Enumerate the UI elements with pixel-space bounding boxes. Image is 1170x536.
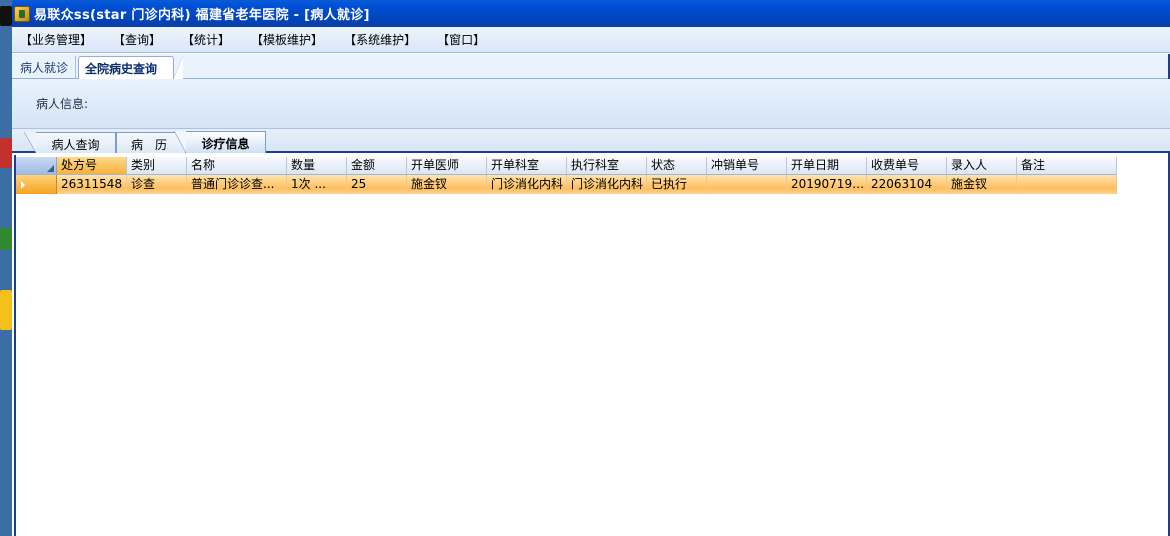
row-pointer-icon (21, 181, 25, 189)
document-tabs: 病人就诊 全院病史查询 (12, 54, 1170, 80)
cell-reversal-no[interactable] (707, 175, 787, 194)
desktop-icon (0, 6, 12, 26)
column-header[interactable]: 执行科室 (567, 157, 647, 175)
cell-dept[interactable]: 门诊消化内科 (487, 175, 567, 194)
column-header[interactable]: 金额 (347, 157, 407, 175)
column-header[interactable]: 开单日期 (787, 157, 867, 175)
detail-tabs: 病人查询 病历 诊疗信息 (12, 129, 1170, 153)
column-header[interactable]: 处方号 (57, 157, 127, 175)
desktop-icon (0, 138, 12, 168)
column-header[interactable]: 名称 (187, 157, 287, 175)
treatment-grid: 处方号 类别 名称 数量 金额 开单医师 开单科室 执行科室 状态 冲销单号 开… (16, 157, 1117, 194)
column-header[interactable]: 开单医师 (407, 157, 487, 175)
menu-bar: 【业务管理】 【查询】 【统计】 【模板维护】 【系统维护】 【窗口】 (12, 27, 1170, 53)
column-header[interactable]: 冲销单号 (707, 157, 787, 175)
menu-business[interactable]: 【业务管理】 (20, 31, 92, 48)
menu-query[interactable]: 【查询】 (113, 31, 161, 48)
menu-statistics[interactable]: 【统计】 (182, 31, 230, 48)
cell-name[interactable]: 普通门诊诊查... (187, 175, 287, 194)
tab-patient-visit[interactable]: 病人就诊 (14, 56, 76, 79)
treatment-grid-area: 处方号 类别 名称 数量 金额 开单医师 开单科室 执行科室 状态 冲销单号 开… (14, 155, 1168, 536)
cell-category[interactable]: 诊查 (127, 175, 187, 194)
patient-info-label: 病人信息: (36, 97, 89, 111)
cell-exec-dept[interactable]: 门诊消化内科 (567, 175, 647, 194)
corner-triangle-icon (47, 165, 54, 172)
column-header[interactable]: 录入人 (947, 157, 1017, 175)
grid-header: 处方号 类别 名称 数量 金额 开单医师 开单科室 执行科室 状态 冲销单号 开… (16, 157, 1117, 175)
column-header[interactable]: 收费单号 (867, 157, 947, 175)
cell-quantity[interactable]: 1次 ... (287, 175, 347, 194)
cell-order-date[interactable]: 201907191... (787, 175, 867, 194)
menu-system[interactable]: 【系统维护】 (344, 31, 416, 48)
desktop-icon (0, 290, 12, 330)
tab-treatment-info[interactable]: 诊疗信息 (174, 131, 266, 153)
cell-remark[interactable] (1017, 175, 1117, 194)
tab-patient-query[interactable]: 病人查询 (24, 132, 116, 153)
window-title: 易联众ss(star 门诊内科) 福建省老年医院 - [病人就诊] (34, 8, 370, 23)
cell-doctor[interactable]: 施金钗 (407, 175, 487, 194)
row-selector[interactable] (16, 175, 57, 194)
menu-window[interactable]: 【窗口】 (437, 31, 485, 48)
column-header[interactable]: 开单科室 (487, 157, 567, 175)
column-header[interactable]: 类别 (127, 157, 187, 175)
cell-prescription-no[interactable]: 26311548 (57, 175, 127, 194)
tab-hospital-history-query[interactable]: 全院病史查询 (78, 56, 183, 80)
column-header[interactable]: 数量 (287, 157, 347, 175)
patient-info-panel: 病人信息: (12, 79, 1170, 129)
grid-corner[interactable] (16, 157, 57, 175)
cell-entered-by[interactable]: 施金钗 (947, 175, 1017, 194)
menu-template[interactable]: 【模板维护】 (251, 31, 323, 48)
column-header[interactable]: 状态 (647, 157, 707, 175)
cell-status[interactable]: 已执行 (647, 175, 707, 194)
desktop-icon (0, 228, 12, 250)
cell-amount[interactable]: 25 (347, 175, 407, 194)
table-row[interactable]: 26311548 诊查 普通门诊诊查... 1次 ... 25 施金钗 门诊消化… (16, 175, 1117, 194)
app-window: 易联众ss(star 门诊内科) 福建省老年医院 - [病人就诊] 【业务管理】… (12, 0, 1170, 536)
app-icon[interactable] (14, 5, 30, 22)
cell-charge-no[interactable]: 22063104 (867, 175, 947, 194)
title-bar[interactable]: 易联众ss(star 门诊内科) 福建省老年医院 - [病人就诊] (12, 0, 1170, 27)
column-header[interactable]: 备注 (1017, 157, 1117, 175)
